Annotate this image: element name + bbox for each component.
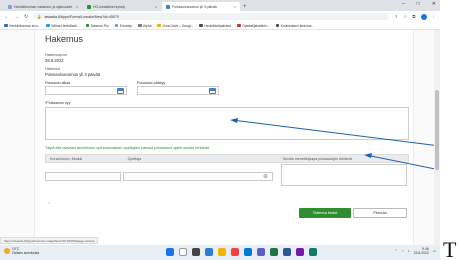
scrollbar-thumb[interactable] — [435, 90, 439, 170]
chrome-icon[interactable] — [231, 248, 239, 256]
onenote-icon[interactable] — [296, 248, 304, 256]
tray-chevron-icon[interactable]: ⌃ — [395, 249, 398, 253]
annotation-arrow-line — [231, 119, 440, 147]
sun-icon — [4, 248, 10, 254]
clock[interactable]: 9.46 24.8.2022 — [414, 247, 429, 255]
taskbar: 19°C Osittain aurinkoista ⌃ ◔ ◖ 9.46 24. — [0, 245, 440, 260]
taskbar-apps — [166, 248, 317, 256]
notifications-icon[interactable]: ▭ — [433, 249, 436, 253]
clock-date: 24.8.2022 — [413, 251, 429, 255]
annotation-arrowhead — [230, 118, 238, 123]
outlook-icon[interactable] — [244, 248, 252, 256]
edge-icon[interactable] — [205, 248, 213, 256]
status-url: https://tavastia.fi/Apps/Forms/Lomake/Ne… — [0, 237, 99, 244]
app-icon[interactable] — [309, 248, 317, 256]
annotation-arrowhead — [364, 153, 372, 158]
page-scrollbar[interactable] — [434, 30, 440, 245]
search-icon[interactable] — [179, 248, 187, 256]
network-icon[interactable]: ◔ — [402, 249, 404, 253]
word-icon[interactable] — [283, 248, 291, 256]
annotation-arrow-line — [365, 154, 440, 171]
windows-start-icon[interactable] — [166, 248, 174, 256]
teams-icon[interactable] — [257, 248, 265, 256]
volume-icon[interactable]: ◖ — [408, 249, 410, 253]
task-view-icon[interactable] — [192, 248, 200, 256]
screen: Henkilökunnan vakanssi- ja sijaisuudet ×… — [0, 0, 440, 260]
weather-widget[interactable]: 19°C Osittain aurinkoista — [4, 247, 39, 255]
weather-desc: Osittain aurinkoista — [12, 251, 40, 255]
side-letter: T — [443, 237, 457, 260]
file-explorer-icon[interactable] — [218, 248, 226, 256]
system-tray: ⌃ ◔ ◖ 9.46 24.8.2022 ▭ — [395, 247, 436, 255]
excel-icon[interactable] — [270, 248, 278, 256]
annotation-arrows — [230, 118, 440, 171]
